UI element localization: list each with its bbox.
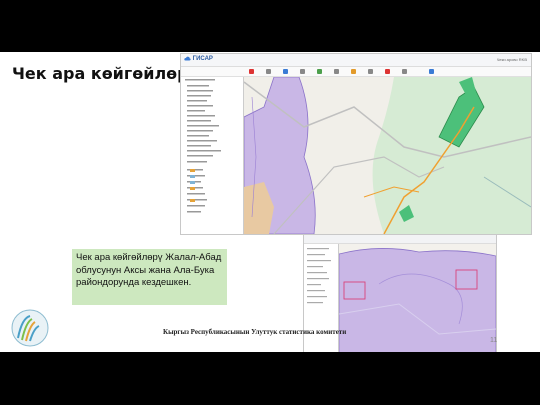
toolbar-icon[interactable]: [300, 69, 305, 74]
slide-title: Чек ара көйгөйлөрү: [12, 64, 200, 83]
slide: Чек ара көйгөйлөрү ГИСАР Чеки арово RKB: [0, 52, 540, 352]
app-logo-text: ГИСАР: [192, 56, 213, 63]
toolbar-icon[interactable]: [266, 69, 271, 74]
statistics-logo-icon: [11, 309, 49, 347]
app-logo[interactable]: ГИСАР: [184, 56, 213, 62]
footer-organization: Кыргыз Республикасынын Улуттук статистик…: [163, 328, 347, 336]
toolbar-icon[interactable]: [334, 69, 339, 74]
map-toolbar: [181, 67, 531, 77]
layer-tree[interactable]: [181, 77, 243, 234]
map-view-main[interactable]: [243, 76, 531, 234]
caption-box: Чек ара көйгөйлөрү Жалал-Абад облусунун …: [72, 249, 227, 305]
toolbar-icon[interactable]: [249, 69, 254, 74]
gis-window-main: ГИСАР Чеки арово RKB: [180, 53, 532, 235]
secondary-toolbar: [304, 235, 496, 244]
toolbar-icon[interactable]: [385, 69, 390, 74]
toolbar-icon[interactable]: [283, 69, 288, 74]
app-header: ГИСАР Чеки арово RKB: [181, 54, 531, 67]
toolbar-icon[interactable]: [317, 69, 322, 74]
toolbar-icon[interactable]: [429, 69, 434, 74]
cloud-logo-icon: [184, 56, 191, 61]
toolbar-icon[interactable]: [402, 69, 407, 74]
toolbar-icon[interactable]: [368, 69, 373, 74]
page-number: 11: [490, 337, 498, 344]
toolbar-icon[interactable]: [351, 69, 356, 74]
map-view-secondary[interactable]: [338, 244, 496, 352]
top-right-text[interactable]: Чеки арово RKB: [497, 57, 527, 62]
layer-tree-panel: [181, 77, 244, 234]
